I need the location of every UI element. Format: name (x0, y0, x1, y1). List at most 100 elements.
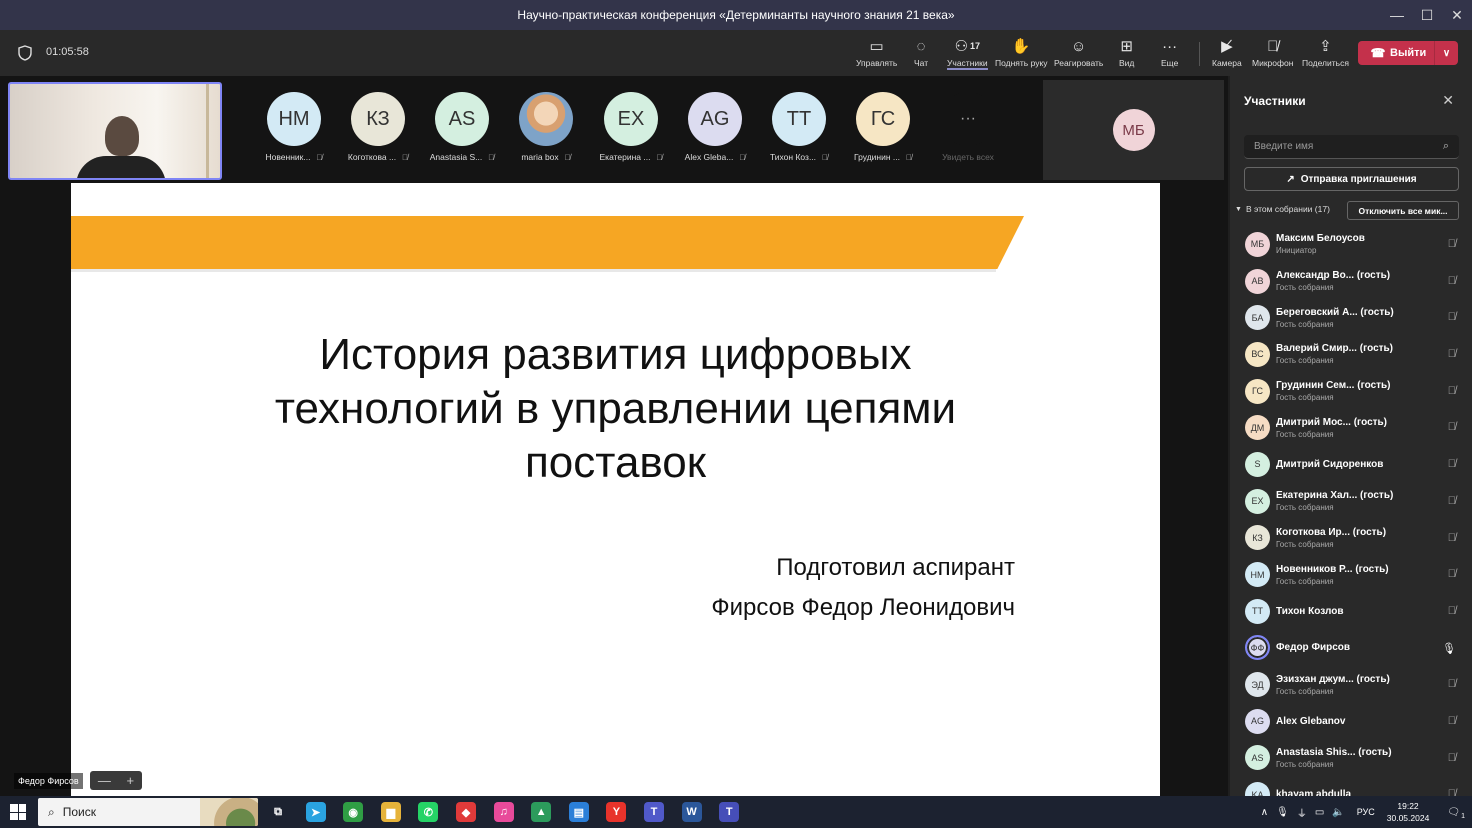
presenter-video[interactable] (8, 82, 222, 180)
raise-hand-button[interactable]: ✋ Поднять руку (995, 36, 1048, 72)
share-link-icon: ↗ (1286, 173, 1295, 185)
panel-title: Участники (1244, 94, 1306, 108)
avatar: ГС (856, 92, 910, 146)
leave-options-chevron-icon[interactable]: ∨ (1434, 41, 1458, 65)
participant-row[interactable]: KA khayam abdulla 🎙̸ (1230, 776, 1472, 796)
section-toggle[interactable]: ▼ В этом собрании (17) (1235, 204, 1330, 214)
send-invite-button[interactable]: ↗ Отправка приглашения (1244, 167, 1459, 191)
gallery-tile[interactable]: ГС Грудинин ... 🎙̸ (847, 92, 919, 162)
participant-row[interactable]: ГС Грудинин Сем... (гость) Гость собрания 🎙… (1230, 373, 1472, 410)
chat-button[interactable]: ◌ Чат (914, 36, 928, 72)
participant-role: Гость собрания (1276, 393, 1334, 403)
avatar: AS (435, 92, 489, 146)
mic-off-icon: 🎙̸ (1447, 568, 1456, 581)
whatsapp-icon[interactable]: ✆ (418, 802, 439, 822)
mic-off-icon: 🎙̸ (1447, 494, 1456, 507)
camera-off-icon: ▶̸ (1221, 38, 1233, 55)
close-panel-button[interactable]: ✕ (1442, 92, 1454, 109)
participant-row[interactable]: ТТ Тихон Козлов 🎙̸ (1230, 593, 1472, 630)
spotlight-tile[interactable]: МБ (1043, 80, 1224, 180)
participant-text: Федор Фирсов (1276, 642, 1350, 653)
participant-role: Гость собрания (1276, 503, 1334, 513)
minimize-button[interactable]: — (1382, 0, 1412, 30)
search-input[interactable] (1254, 141, 1424, 152)
participant-row[interactable]: КЗ Коготкова Ир... (гость) Гость собрания 🎙… (1230, 520, 1472, 557)
participant-text: Alex Glebanov (1276, 716, 1345, 727)
volume-icon[interactable]: 🔈 (1332, 807, 1344, 818)
participant-row[interactable]: S Дмитрий Сидоренков 🎙̸ (1230, 446, 1472, 483)
participant-text: Эзизхан джум... (гость) Гость собрания (1276, 674, 1390, 696)
participant-row[interactable]: AG Alex Glebanov 🎙̸ (1230, 703, 1472, 740)
chevron-up-icon[interactable]: ∧ (1261, 807, 1268, 818)
participant-name: Anastasia Shis... (гость) (1276, 746, 1392, 758)
telegram-icon[interactable]: ➤ (305, 802, 326, 822)
teams-icon[interactable]: T (644, 802, 664, 822)
mic-off-icon: 🎙̸ (1447, 531, 1456, 544)
avatar: ВС (1245, 341, 1270, 367)
participant-row[interactable]: AS Anastasia Shis... (гость) Гость собрани… (1230, 740, 1472, 777)
store-icon[interactable]: ▤ (568, 802, 589, 822)
mic-off-icon: 🎙̸ (1447, 348, 1456, 361)
task-view-icon[interactable]: ⧉ (268, 802, 288, 822)
participant-row[interactable]: МБ Максим Белоусов Инициатор 🎙̸ (1230, 226, 1472, 263)
mic-off-icon: 🎙̸ (488, 152, 495, 162)
word-icon[interactable]: W (681, 802, 702, 822)
participant-name: Грудинин Сем... (гость) (1276, 380, 1391, 392)
video-person-head (105, 116, 139, 156)
gallery-tile[interactable]: ТТ Тихон Коз... 🎙̸ (763, 92, 835, 162)
participant-row[interactable]: ДМ Дмитрий Мос... (гость) Гость собрания 🎙̸ (1230, 409, 1472, 446)
zoom-in-button[interactable]: + (127, 773, 135, 788)
clock-time: 19:22 (1397, 801, 1419, 811)
participant-row[interactable]: ФФ Федор Фирсов 🎙 (1230, 630, 1472, 667)
see-all-tile[interactable]: ··· Увидеть всех (932, 92, 1004, 162)
participant-row[interactable]: ЕХ Екатерина Хал... (гость) Гость собрания… (1230, 483, 1472, 520)
chrome-icon[interactable]: ◉ (343, 802, 364, 822)
participant-text: Екатерина Хал... (гость) Гость собрания (1276, 490, 1393, 512)
language-indicator[interactable]: РУС (1357, 807, 1375, 817)
teams-classic-icon[interactable]: T (719, 802, 740, 822)
close-window-button[interactable]: ✕ (1442, 0, 1472, 30)
mute-all-button[interactable]: Отключить все мик... (1347, 201, 1459, 220)
gallery-tile[interactable]: AG Alex Gleba... 🎙̸ (679, 92, 751, 162)
participant-row[interactable]: ЭД Эзизхан джум... (гость) Гость собрания 🎙… (1230, 666, 1472, 703)
taskbar-search[interactable]: ⌕ Поиск (38, 798, 258, 826)
network-icon[interactable]: ▭ (1315, 807, 1324, 818)
slide-band-shadow (71, 269, 996, 272)
yandex-icon[interactable]: Y (606, 802, 627, 822)
participant-row[interactable]: ВС Валерий Смир... (гость) Гость собрания 🎙… (1230, 336, 1472, 373)
gallery-tile[interactable]: КЗ Коготкова ... 🎙̸ (342, 92, 414, 162)
mic-on-icon: 🎙 (1442, 642, 1456, 655)
mic-off-icon: 🎙̸ (739, 152, 746, 162)
view-button[interactable]: ⊞ Вид (1119, 36, 1134, 72)
gallery-tile[interactable]: maria box 🎙̸ (510, 92, 582, 162)
manage-button[interactable]: ▭ Управлять (856, 36, 897, 72)
google-drive-icon[interactable]: ▲ (531, 802, 552, 822)
camera-button[interactable]: ▶̸ Камера (1212, 36, 1242, 72)
participant-row[interactable]: БА Береговский А... (гость) Гость собрания… (1230, 299, 1472, 336)
itunes-icon[interactable]: ♫ (493, 802, 514, 822)
avatar: ЕХ (1245, 488, 1270, 514)
more-button[interactable]: ··· Еще (1161, 36, 1178, 72)
notification-icon[interactable]: 🗨 1 (1447, 807, 1465, 820)
usb-icon[interactable]: ⏚ (1297, 805, 1307, 820)
participant-row[interactable]: АВ Александр Во... (гость) Гость собрания 🎙… (1230, 263, 1472, 300)
gallery-tile[interactable]: ЕХ Екатерина ... 🎙̸ (595, 92, 667, 162)
share-button[interactable]: ⇪ Поделиться (1302, 36, 1349, 72)
participants-button[interactable]: ⚇ 17 Участники (947, 36, 988, 72)
clock[interactable]: 19:22 30.05.2024 (1387, 800, 1430, 824)
react-button[interactable]: ☺ Реагировать (1054, 36, 1103, 72)
anydesk-icon[interactable]: ◆ (456, 802, 476, 822)
gallery-tile[interactable]: AS Anastasia S... 🎙̸ (426, 92, 498, 162)
mic-icon[interactable]: 🎙 (1276, 807, 1289, 818)
maximize-button[interactable]: ☐ (1412, 0, 1442, 30)
gallery-tile[interactable]: НМ Новенник... 🎙̸ (258, 92, 330, 162)
participants-label: Участники (947, 58, 988, 70)
explorer-icon[interactable]: ▆ (380, 802, 401, 822)
microphone-button[interactable]: 🎙̸ Микрофон (1252, 36, 1293, 72)
windows-start-icon[interactable] (10, 804, 26, 820)
slide-title-line: технологий в управлении цепями (274, 384, 957, 433)
zoom-out-button[interactable]: — (98, 773, 111, 788)
participant-row[interactable]: НМ Новенников Р... (гость) Гость собрания 🎙… (1230, 556, 1472, 593)
leave-button[interactable]: ☎ Выйти ∨ (1358, 41, 1458, 65)
mic-off-icon: 🎙̸ (822, 152, 829, 162)
